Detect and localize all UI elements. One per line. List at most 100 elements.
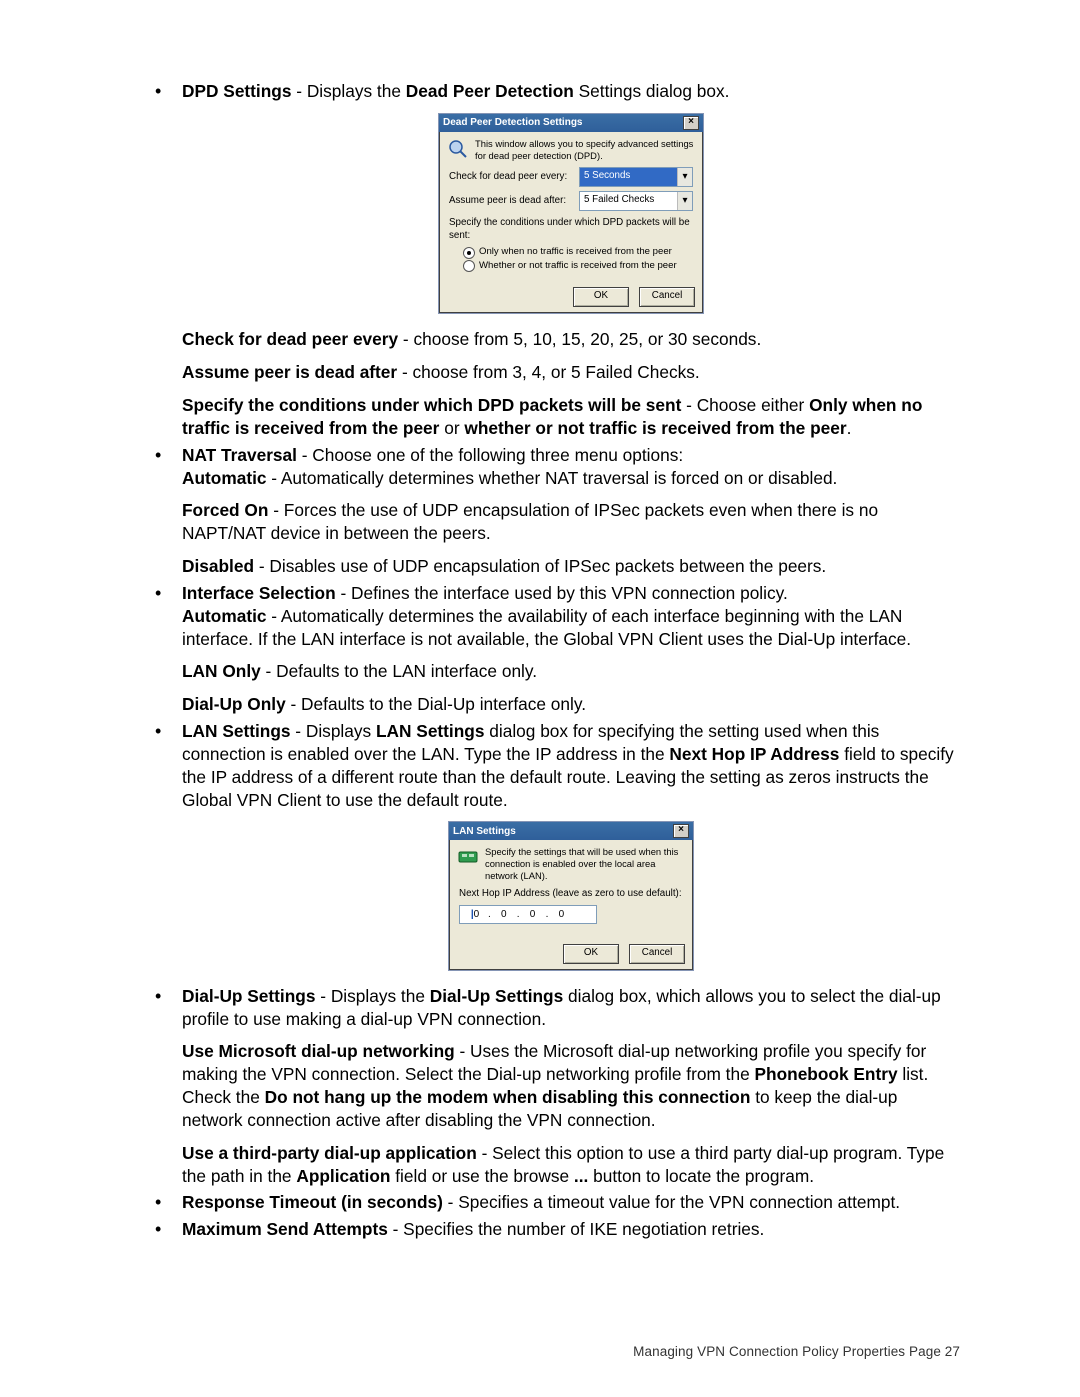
para-nat-automatic: Automatic - Automatically determines whe…	[182, 467, 960, 490]
para-iface-lan-only: LAN Only - Defaults to the LAN interface…	[182, 660, 960, 683]
text: .	[847, 418, 852, 438]
text: - Forces the use of UDP encapsulation of…	[182, 500, 878, 543]
ip-seg: 0	[520, 908, 546, 921]
main-list: DPD Settings - Displays the Dead Peer De…	[150, 80, 960, 1241]
dpd-radio-only-no-traffic[interactable]: Only when no traffic is received from th…	[463, 246, 695, 259]
dpd-radio-whether-or-not[interactable]: Whether or not traffic is received from …	[463, 260, 695, 273]
text: - Automatically determines the availabil…	[182, 606, 911, 649]
ok-button[interactable]: OK	[573, 287, 629, 307]
term: Interface Selection	[182, 583, 336, 603]
term: NAT Traversal	[182, 445, 297, 465]
term: Next Hop IP Address	[669, 744, 839, 764]
dpd-dialog: Dead Peer Detection Settings × This wind…	[438, 113, 704, 315]
check-interval-value: 5 Seconds	[584, 170, 630, 181]
para-specify-conditions: Specify the conditions under which DPD p…	[182, 394, 960, 440]
cancel-button[interactable]: Cancel	[629, 944, 685, 964]
radio-icon	[463, 260, 475, 272]
bullet-interface-selection: Interface Selection - Defines the interf…	[150, 582, 960, 716]
text: or	[439, 418, 464, 438]
para-iface-dialup-only: Dial-Up Only - Defaults to the Dial-Up i…	[182, 693, 960, 716]
ip-seg: 0	[491, 908, 517, 921]
term: Phonebook Entry	[755, 1064, 898, 1084]
term: Response Timeout (in seconds)	[182, 1192, 443, 1212]
text: - Automatically determines whether NAT t…	[267, 468, 838, 488]
para-dialup-thirdparty: Use a third-party dial-up application - …	[182, 1142, 960, 1188]
lan-dialog-titlebar[interactable]: LAN Settings ×	[449, 822, 693, 840]
term: Use Microsoft dial-up networking	[182, 1041, 455, 1061]
text: - Specifies a timeout value for the VPN …	[443, 1192, 900, 1212]
text: - choose from 5, 10, 15, 20, 25, or 30 s…	[398, 329, 761, 349]
para-iface-automatic: Automatic - Automatically determines the…	[182, 605, 960, 651]
dpd-radio-opt1-label: Only when no traffic is received from th…	[479, 246, 672, 259]
para-dialup-microsoft: Use Microsoft dial-up networking - Uses …	[182, 1040, 960, 1131]
bullet-dpd-settings: DPD Settings - Displays the Dead Peer De…	[150, 80, 960, 440]
ok-button[interactable]: OK	[563, 944, 619, 964]
text: - Disables use of UDP encapsulation of I…	[254, 556, 826, 576]
text: - Defaults to the LAN interface only.	[261, 661, 537, 681]
magnifier-icon	[447, 138, 469, 160]
check-interval-combo[interactable]: 5 Seconds ▾	[579, 167, 693, 187]
bullet-response-timeout: Response Timeout (in seconds) - Specifie…	[150, 1191, 960, 1214]
close-icon[interactable]: ×	[683, 116, 699, 130]
next-hop-ip-input[interactable]: |0. 0. 0. 0	[459, 905, 597, 924]
term: ...	[574, 1166, 588, 1186]
text: - Choose either	[681, 395, 809, 415]
bullet-max-send-attempts: Maximum Send Attempts - Specifies the nu…	[150, 1218, 960, 1241]
radio-icon	[463, 247, 475, 259]
dpd-dialog-title: Dead Peer Detection Settings	[443, 116, 582, 129]
bullet-nat-traversal: NAT Traversal - Choose one of the follow…	[150, 444, 960, 578]
term: LAN Only	[182, 661, 261, 681]
ip-seg: 0	[474, 909, 480, 920]
term: LAN Settings	[376, 721, 485, 741]
term: Dial-Up Settings	[430, 986, 563, 1006]
term: Use a third-party dial-up application	[182, 1143, 477, 1163]
assume-dead-label: Assume peer is dead after:	[449, 195, 569, 208]
ip-seg: 0	[548, 908, 574, 921]
cancel-button[interactable]: Cancel	[639, 287, 695, 307]
term: Specify the conditions under which DPD p…	[182, 395, 681, 415]
dpd-radio-opt2-label: Whether or not traffic is received from …	[479, 260, 677, 273]
para-check-dead-peer: Check for dead peer every - choose from …	[182, 328, 960, 351]
term: Assume peer is dead after	[182, 362, 397, 382]
chevron-down-icon[interactable]: ▾	[677, 192, 692, 210]
term: Check for dead peer every	[182, 329, 398, 349]
network-adapter-icon	[457, 846, 479, 868]
check-interval-label: Check for dead peer every:	[449, 171, 569, 184]
para-nat-forced: Forced On - Forces the use of UDP encaps…	[182, 499, 960, 545]
dpd-dialog-desc: This window allows you to specify advanc…	[475, 138, 695, 162]
page-footer: Managing VPN Connection Policy Propertie…	[633, 1343, 960, 1361]
para-assume-dead: Assume peer is dead after - choose from …	[182, 361, 960, 384]
term: Application	[296, 1166, 390, 1186]
term: Maximum Send Attempts	[182, 1219, 388, 1239]
term: Disabled	[182, 556, 254, 576]
text: Settings dialog box.	[574, 81, 730, 101]
term: Forced On	[182, 500, 268, 520]
term: LAN Settings	[182, 721, 291, 741]
text: - Displays the	[315, 986, 429, 1006]
dpd-dialog-titlebar[interactable]: Dead Peer Detection Settings ×	[439, 114, 703, 132]
para-nat-disabled: Disabled - Disables use of UDP encapsula…	[182, 555, 960, 578]
term: Dial-Up Only	[182, 694, 286, 714]
term: Dial-Up Settings	[182, 986, 315, 1006]
dpd-conditions-title: Specify the conditions under which DPD p…	[449, 217, 695, 243]
term-dpd-settings: DPD Settings	[182, 81, 291, 101]
bullet-dialup-settings: Dial-Up Settings - Displays the Dial-Up …	[150, 985, 960, 1188]
text: - Defaults to the Dial-Up interface only…	[286, 694, 586, 714]
term: whether or not traffic is received from …	[464, 418, 846, 438]
next-hop-label: Next Hop IP Address (leave as zero to us…	[459, 888, 685, 901]
assume-dead-combo[interactable]: 5 Failed Checks ▾	[579, 191, 693, 211]
text: - Specifies the number of IKE negotiatio…	[388, 1219, 765, 1239]
bullet-lan-settings: LAN Settings - Displays LAN Settings dia…	[150, 720, 960, 971]
text: button to locate the program.	[588, 1166, 814, 1186]
text: - choose from 3, 4, or 5 Failed Checks.	[397, 362, 700, 382]
term: Do not hang up the modem when disabling …	[265, 1087, 751, 1107]
assume-dead-value: 5 Failed Checks	[584, 194, 654, 205]
chevron-down-icon[interactable]: ▾	[677, 168, 692, 186]
term-dead-peer-detection: Dead Peer Detection	[406, 81, 574, 101]
page: DPD Settings - Displays the Dead Peer De…	[0, 0, 1080, 1397]
text: - Defines the interface used by this VPN…	[336, 583, 788, 603]
lan-dialog-title: LAN Settings	[453, 825, 516, 838]
close-icon[interactable]: ×	[673, 824, 689, 838]
text: - Choose one of the following three menu…	[297, 445, 683, 465]
term: Automatic	[182, 606, 267, 626]
